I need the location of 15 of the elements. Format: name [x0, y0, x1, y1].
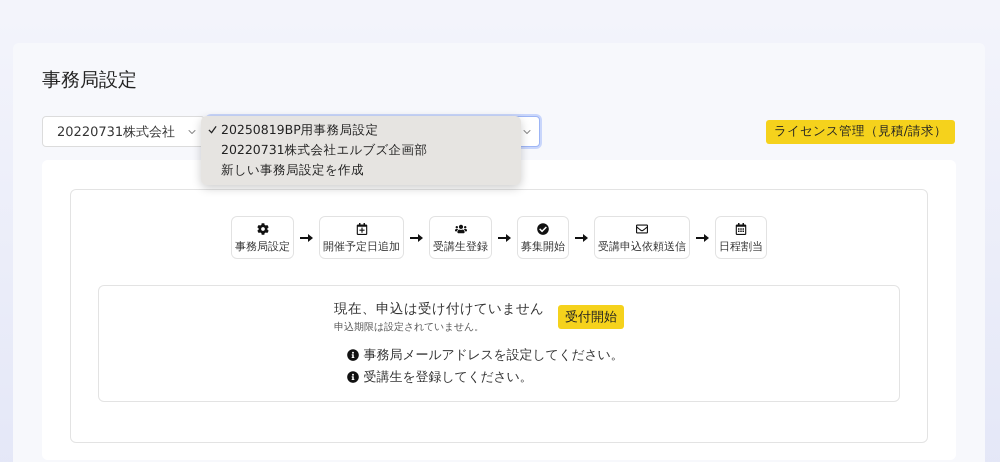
- status-message: 現在、申込は受け付けていません: [334, 300, 544, 318]
- step-button[interactable]: 募集開始: [517, 216, 569, 259]
- menu-item[interactable]: 新しい事務局設定を作成: [201, 160, 521, 180]
- step-button[interactable]: 受講生登録: [429, 216, 492, 259]
- page-title: 事務局設定: [42, 68, 138, 93]
- start-button[interactable]: 受付開始: [558, 305, 624, 329]
- notice-text: 事務局メールアドレスを設定してください。: [364, 347, 624, 364]
- step-button[interactable]: 事務局設定: [231, 216, 294, 259]
- step-button[interactable]: 日程割当: [715, 216, 767, 259]
- organization-select[interactable]: 20220731株式会社: [42, 116, 205, 147]
- license-button[interactable]: ライセンス管理（見積/請求）: [766, 120, 955, 144]
- step-button[interactable]: 受講申込依頼送信: [594, 216, 690, 259]
- step-button[interactable]: 開催予定日追加: [319, 216, 404, 259]
- notice-text: 受講生を登録してください。: [364, 369, 532, 386]
- status-note: 申込期限は設定されていません。: [334, 320, 485, 334]
